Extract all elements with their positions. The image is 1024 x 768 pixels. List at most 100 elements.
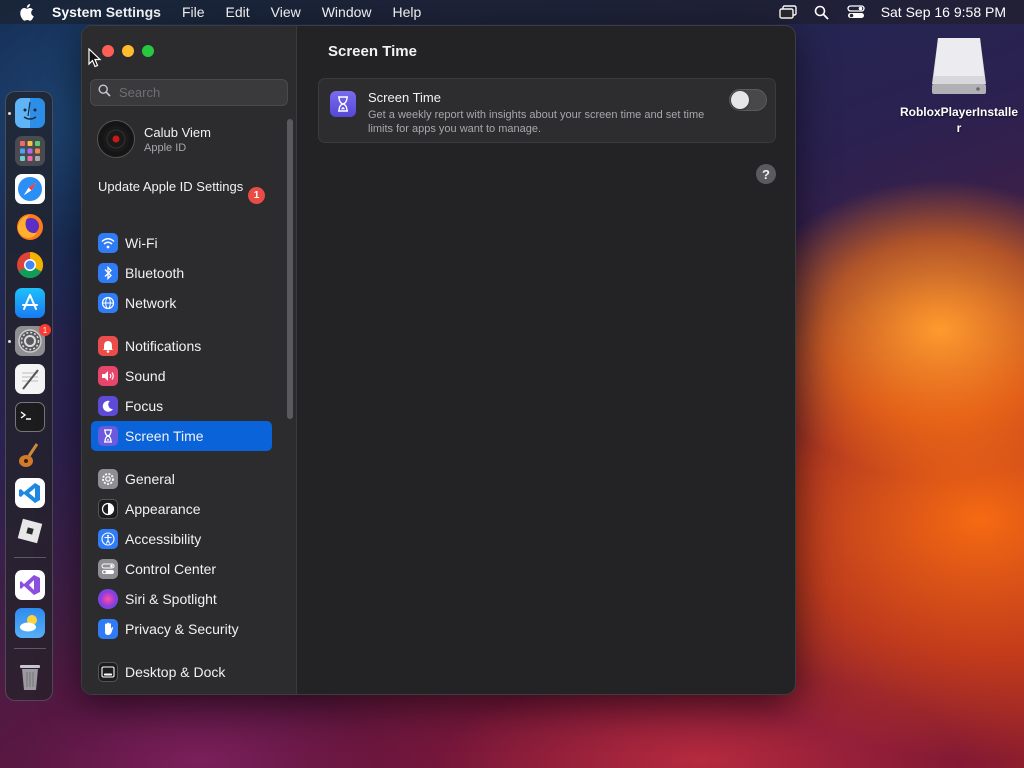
desktop-file-label: RobloxPlayerInstaller (899, 105, 1019, 135)
card-title: Screen Time (368, 90, 441, 105)
sidebar-item-label: Desktop & Dock (125, 664, 226, 680)
sidebar-item-label: Appearance (125, 501, 201, 517)
sidebar-item-label: Privacy & Security (125, 621, 239, 637)
mouse-cursor-icon (88, 47, 102, 73)
card-description: Get a weekly report with insights about … (368, 109, 705, 135)
system-settings-badge: 1 (39, 324, 51, 336)
sidebar-item-label: Screen Time (125, 428, 204, 444)
bell-icon (98, 336, 118, 356)
sidebar-item-accessibility[interactable]: Accessibility (91, 524, 272, 554)
sidebar-item-label: Notifications (125, 338, 202, 354)
help-button[interactable]: ? (756, 164, 776, 184)
terminal-icon[interactable] (15, 402, 45, 432)
screen-time-card: Screen Time Get a weekly report with ins… (318, 78, 776, 143)
garageband-icon[interactable] (15, 440, 45, 470)
hand-icon (98, 619, 118, 639)
sidebar-item-siri-spotlight[interactable]: Siri & Spotlight (91, 584, 272, 614)
apple-id-account[interactable]: Calub Viem Apple ID (97, 120, 211, 158)
weather-icon[interactable] (15, 608, 45, 638)
speaker-icon (98, 366, 118, 386)
minimize-button[interactable] (122, 45, 134, 57)
sidebar-item-label: Accessibility (125, 531, 202, 547)
vscode-icon[interactable] (15, 478, 45, 508)
sidebar-item-privacy-security[interactable]: Privacy & Security (91, 614, 272, 644)
sidebar-item-wifi[interactable]: Wi-Fi (91, 228, 272, 258)
screen-time-toggle[interactable] (729, 89, 767, 111)
sidebar-item-general[interactable]: General (91, 464, 272, 494)
avatar (97, 120, 135, 158)
siri-icon (98, 589, 118, 609)
toggle-knob (731, 91, 749, 109)
app-store-icon[interactable] (15, 288, 45, 318)
sidebar-item-desktop-dock[interactable]: Desktop & Dock (91, 657, 272, 687)
launchpad-icon[interactable] (15, 136, 45, 166)
menu-app-name[interactable]: System Settings (52, 4, 161, 20)
menu-edit[interactable]: Edit (226, 4, 250, 20)
menu-file[interactable]: File (182, 4, 205, 20)
sidebar-item-sound[interactable]: Sound (91, 361, 272, 391)
bluetooth-icon (98, 263, 118, 283)
sidebar-item-label: Focus (125, 398, 164, 414)
desktop-file-roblox-installer[interactable]: RobloxPlayerInstaller (898, 36, 1020, 136)
textedit-icon[interactable] (15, 364, 45, 394)
visual-studio-icon[interactable] (15, 570, 45, 600)
chrome-icon[interactable] (15, 250, 45, 280)
sidebar-item-label: Siri & Spotlight (125, 591, 217, 607)
update-apple-id-settings[interactable]: Update Apple ID Settings (98, 179, 268, 195)
sidebar-item-control-center[interactable]: Control Center (91, 554, 272, 584)
menu-bar: System Settings File Edit View Window He… (0, 0, 1024, 24)
menu-view[interactable]: View (271, 4, 301, 20)
dock-icon (98, 662, 118, 682)
hourglass-icon (98, 426, 118, 446)
control-center-icon[interactable] (839, 5, 873, 19)
finder-icon[interactable] (15, 98, 45, 128)
running-indicator (8, 112, 11, 115)
menu-window[interactable]: Window (322, 4, 372, 20)
update-badge: 1 (248, 187, 265, 204)
sidebar-item-label: Wi-Fi (125, 235, 158, 251)
wifi-icon (98, 233, 118, 253)
sidebar-item-label: Sound (125, 368, 166, 384)
sidebar-item-notifications[interactable]: Notifications (91, 331, 272, 361)
spotlight-search-icon[interactable] (805, 5, 839, 20)
firefox-icon[interactable] (15, 212, 45, 242)
sidebar-item-network[interactable]: Network (91, 288, 272, 318)
roblox-icon[interactable] (15, 516, 45, 546)
search-input[interactable] (119, 85, 279, 100)
sidebar-item-focus[interactable]: Focus (91, 391, 272, 421)
disk-image-icon (930, 36, 988, 96)
system-settings-window: Calub Viem Apple ID Update Apple ID Sett… (81, 25, 796, 695)
accessibility-icon (98, 529, 118, 549)
sidebar-scrollbar[interactable] (287, 119, 293, 419)
page-title: Screen Time (328, 43, 417, 60)
gear-icon (98, 469, 118, 489)
trash-icon[interactable] (15, 662, 45, 692)
sidebar-item-screen-time[interactable]: Screen Time (91, 421, 272, 451)
dock: 1 (5, 91, 53, 701)
control-center-icon (98, 559, 118, 579)
sidebar: Calub Viem Apple ID Update Apple ID Sett… (82, 26, 297, 694)
zoom-button[interactable] (142, 45, 154, 57)
screen-mirroring-icon[interactable] (771, 5, 805, 19)
apple-icon[interactable] (0, 3, 52, 21)
moon-icon (98, 396, 118, 416)
dock-separator (14, 648, 46, 649)
sidebar-item-appearance[interactable]: Appearance (91, 494, 272, 524)
menu-clock[interactable]: Sat Sep 16 9:58 PM (881, 4, 1006, 20)
search-field[interactable] (90, 79, 288, 106)
account-name: Calub Viem (144, 124, 211, 140)
hourglass-icon (330, 91, 356, 117)
sidebar-item-label: Network (125, 295, 177, 311)
search-icon (98, 83, 111, 102)
sidebar-item-label: Control Center (125, 561, 217, 577)
sidebar-item-label: Bluetooth (125, 265, 185, 281)
globe-icon (98, 293, 118, 313)
close-button[interactable] (102, 45, 114, 57)
account-subtitle: Apple ID (144, 141, 187, 154)
safari-icon[interactable] (15, 174, 45, 204)
menu-help[interactable]: Help (393, 4, 422, 20)
appearance-icon (98, 499, 118, 519)
sidebar-item-bluetooth[interactable]: Bluetooth (91, 258, 272, 288)
sidebar-item-label: General (125, 471, 175, 487)
running-indicator (8, 340, 11, 343)
